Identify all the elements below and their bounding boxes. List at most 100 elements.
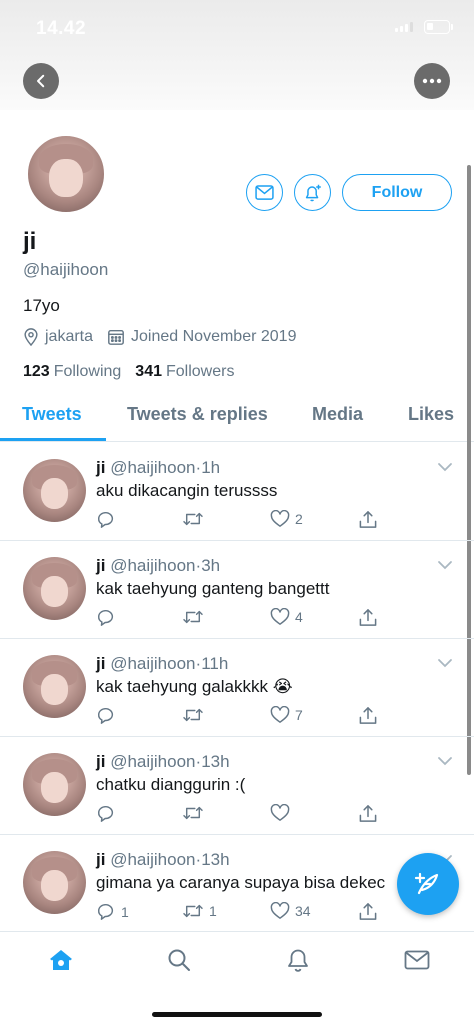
share-button[interactable] <box>358 706 378 725</box>
retweet-button[interactable] <box>182 804 209 822</box>
reply-button[interactable] <box>96 706 121 725</box>
tab-tweets-replies[interactable]: Tweets & replies <box>127 404 268 425</box>
reply-button[interactable] <box>96 510 121 529</box>
followers-stat[interactable]: 341 Followers <box>135 363 234 381</box>
tweet-author-handle: @haijihoon <box>110 556 196 575</box>
mail-icon <box>404 950 430 970</box>
tweet-avatar[interactable] <box>23 459 86 522</box>
location-text: jakarta <box>45 328 94 345</box>
like-button[interactable]: 2 <box>270 510 303 528</box>
followers-count: 341 <box>135 363 162 380</box>
heart-icon <box>270 902 290 919</box>
chevron-down-icon[interactable] <box>437 459 453 477</box>
location-pin-icon <box>24 328 38 346</box>
tab-tweets[interactable]: Tweets <box>22 404 82 425</box>
tweet-avatar[interactable] <box>23 851 86 914</box>
message-button[interactable] <box>246 174 283 211</box>
tweet-text: gimana ya caranya supaya bisa dekec <box>96 873 386 892</box>
profile-tabs: Tweets Tweets & replies Media Likes <box>0 390 474 442</box>
heart-icon <box>270 706 290 723</box>
tweet-avatar[interactable] <box>23 655 86 718</box>
nav-notifications[interactable] <box>284 946 312 974</box>
compose-tweet-button[interactable] <box>397 853 459 915</box>
tweet-header: ji @haijihoon·1h <box>96 458 220 478</box>
back-button[interactable] <box>23 63 59 99</box>
like-button[interactable] <box>270 804 295 822</box>
like-button[interactable]: 7 <box>270 706 303 724</box>
share-button[interactable] <box>358 804 378 823</box>
profile-display-name: ji <box>23 228 37 255</box>
like-count: 2 <box>295 511 303 527</box>
tweet-time: 11h <box>201 654 229 673</box>
share-icon <box>359 707 377 724</box>
retweet-button[interactable]: 1 <box>182 902 217 920</box>
arrow-left-icon <box>37 74 45 88</box>
more-button[interactable] <box>414 63 450 99</box>
following-label: Following <box>53 363 122 380</box>
reply-icon <box>98 609 114 626</box>
tweet[interactable]: ji @haijihoon·11h kak taehyung galakkkk … <box>0 639 474 737</box>
profile-bio: 17yo <box>23 296 60 315</box>
reply-count: 1 <box>121 903 129 920</box>
like-button[interactable]: 34 <box>270 902 311 920</box>
retweet-icon <box>183 806 203 820</box>
battery-tip <box>451 24 453 30</box>
tweet[interactable]: ji @haijihoon·13h chatku dianggurin :( <box>0 737 474 835</box>
heart-icon <box>270 510 290 527</box>
tweet[interactable]: ji @haijihoon·3h kak taehyung ganteng ba… <box>0 541 474 639</box>
tweet-text: kak taehyung ganteng bangettt <box>96 579 330 598</box>
tweet-time: 13h <box>201 850 230 869</box>
like-count: 4 <box>295 609 303 625</box>
share-button[interactable] <box>358 902 378 921</box>
reply-icon <box>98 903 114 920</box>
nav-messages[interactable] <box>403 946 431 974</box>
like-button[interactable]: 4 <box>270 608 303 626</box>
share-button[interactable] <box>358 510 378 529</box>
tweet-text: kak taehyung galakkkk 😭 <box>96 677 293 696</box>
retweet-icon <box>183 708 203 722</box>
share-button[interactable] <box>358 608 378 627</box>
tweet-avatar[interactable] <box>23 557 86 620</box>
tweet[interactable]: ji @haijihoon·1h aku dikacangin terussss… <box>0 443 474 541</box>
nav-home[interactable] <box>47 946 75 974</box>
notify-button[interactable] <box>294 174 331 211</box>
reply-icon <box>98 805 114 822</box>
search-icon <box>168 949 190 971</box>
bell-plus-icon <box>305 184 321 201</box>
reply-button[interactable]: 1 <box>96 902 129 921</box>
reply-button[interactable] <box>96 608 121 627</box>
reply-button[interactable] <box>96 804 121 823</box>
followers-label: Followers <box>166 363 235 380</box>
heart-icon <box>270 608 290 625</box>
retweet-button[interactable] <box>182 510 209 528</box>
tweet-time: 13h <box>201 752 230 771</box>
follow-button[interactable]: Follow <box>342 174 452 211</box>
following-stat[interactable]: 123 Following <box>23 363 121 381</box>
tab-media[interactable]: Media <box>312 404 363 425</box>
retweet-count: 1 <box>209 903 217 919</box>
tweet-author-name: ji <box>96 850 106 869</box>
chevron-down-icon[interactable] <box>437 557 453 575</box>
chevron-down-icon[interactable] <box>437 753 453 771</box>
compose-feather-icon <box>414 872 439 895</box>
tweet-actions: 7 <box>96 706 386 728</box>
share-icon <box>359 805 377 822</box>
share-icon <box>359 903 377 920</box>
tweet-author-handle: @haijihoon <box>110 752 196 771</box>
tweet-avatar[interactable] <box>23 753 86 816</box>
chevron-down-icon[interactable] <box>437 655 453 673</box>
retweet-button[interactable] <box>182 706 209 724</box>
like-count: 7 <box>295 707 303 723</box>
retweet-button[interactable] <box>182 608 209 626</box>
share-icon <box>359 609 377 626</box>
tweet-time: 1h <box>201 458 221 477</box>
tweet-actions: 4 <box>96 608 386 630</box>
tweet-author-name: ji <box>96 458 106 477</box>
share-icon <box>359 511 377 528</box>
nav-search[interactable] <box>165 946 193 974</box>
retweet-icon <box>183 904 203 918</box>
profile-stats: 123 Following 341 Followers <box>23 363 234 381</box>
profile-avatar[interactable] <box>25 133 107 215</box>
tab-likes[interactable]: Likes <box>408 404 454 425</box>
tweet-text: chatku dianggurin :( <box>96 775 246 794</box>
